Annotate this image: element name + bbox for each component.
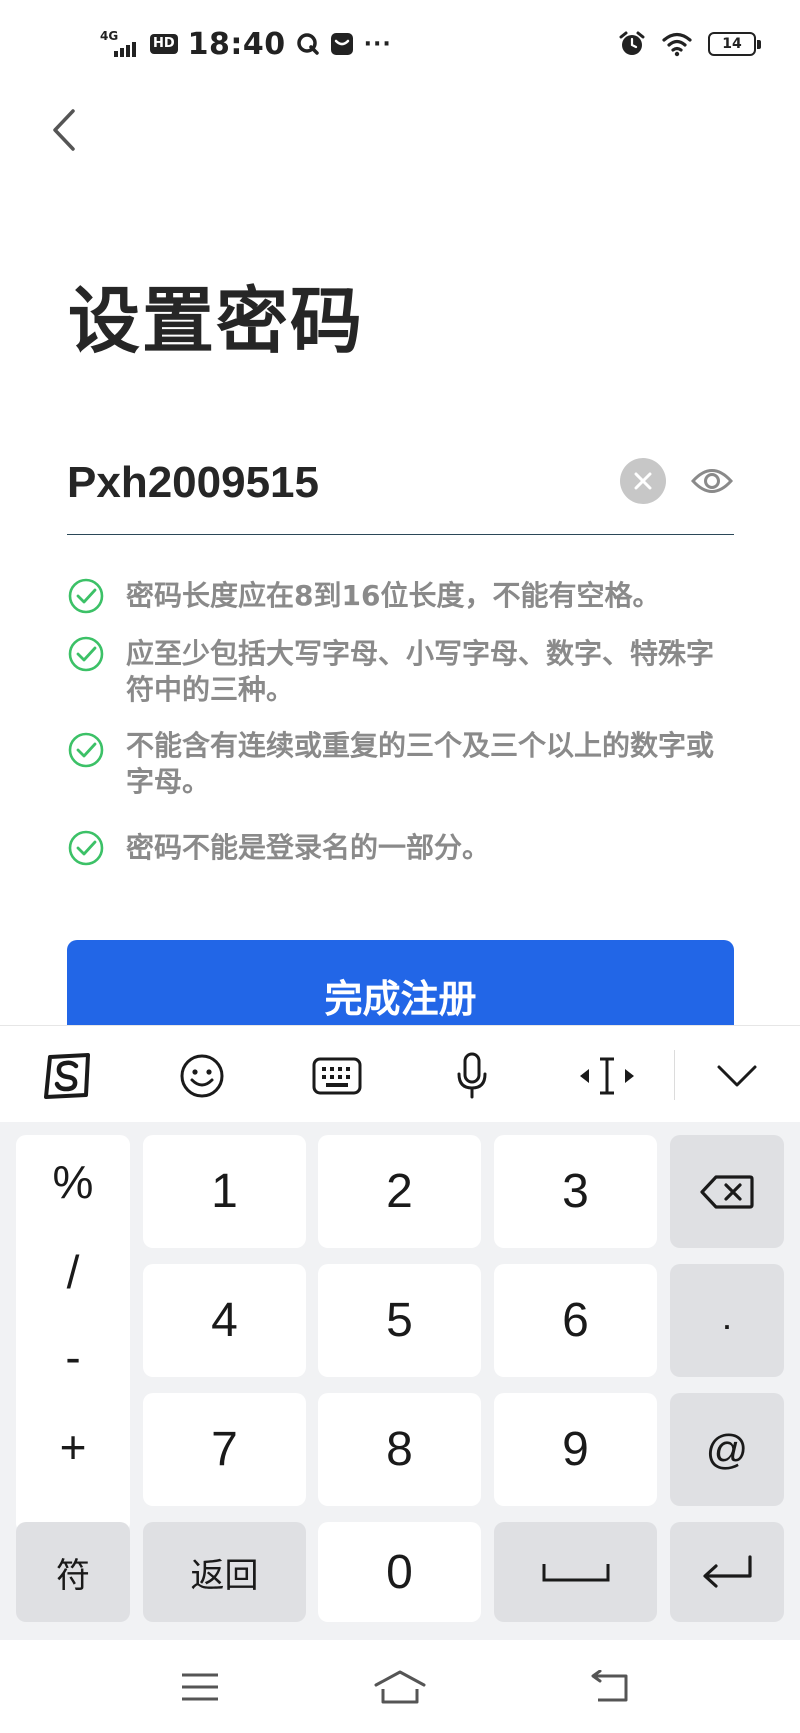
clear-icon — [634, 472, 652, 490]
check-circle-icon — [68, 636, 104, 672]
back-nav-icon — [591, 1670, 628, 1702]
status-time: 18:40 — [187, 26, 286, 62]
status-bar: 4G HD 18:40 ··· 14 — [0, 0, 800, 90]
key-2[interactable]: 2 — [318, 1135, 481, 1248]
cursor-move-button[interactable] — [577, 1048, 637, 1104]
back-button[interactable] — [44, 100, 84, 160]
status-right: 14 — [618, 26, 761, 62]
key-0[interactable]: 0 — [318, 1522, 481, 1622]
symbol-column: % / - + — [16, 1135, 130, 1533]
microphone-icon — [457, 1052, 487, 1099]
emoji-icon — [180, 1054, 224, 1098]
home-button[interactable] — [360, 1660, 440, 1714]
system-nav-bar — [0, 1640, 800, 1733]
space-key[interactable] — [494, 1522, 657, 1622]
rule-text: 不能含有连续或重复的三个及三个以上的数字或字母。 — [126, 729, 715, 798]
battery-icon: 14 — [708, 32, 761, 56]
key-minus[interactable]: - — [16, 1330, 130, 1384]
keyboard-switch-button[interactable] — [307, 1048, 367, 1104]
key-1[interactable]: 1 — [143, 1135, 306, 1248]
symbols-key[interactable]: 符 — [16, 1522, 130, 1622]
q-app-icon — [296, 33, 319, 55]
backspace-icon — [700, 1174, 754, 1209]
show-password-button[interactable] — [689, 462, 735, 500]
eye-icon — [691, 469, 733, 493]
toolbar-divider — [674, 1050, 675, 1100]
chevron-down-icon — [717, 1065, 757, 1087]
page-title: 设置密码 — [68, 279, 365, 363]
key-slash[interactable]: / — [16, 1245, 130, 1299]
keyboard-icon — [312, 1057, 362, 1095]
rule-text: 应至少包括大写字母、小写字母、数字、特殊字符中的三种。 — [126, 637, 715, 706]
check-circle-icon — [68, 732, 104, 768]
key-3[interactable]: 3 — [494, 1135, 657, 1248]
signal-icon: 4G — [100, 29, 140, 59]
menu-icon — [182, 1673, 218, 1701]
return-key[interactable]: 返回 — [143, 1522, 306, 1622]
key-6[interactable]: 6 — [494, 1264, 657, 1377]
key-5[interactable]: 5 — [318, 1264, 481, 1377]
key-dot[interactable]: . — [670, 1264, 784, 1377]
keyboard: % / - + 1 2 3 4 5 6 . 7 8 9 @ 符 返回 0 — [0, 1025, 800, 1640]
key-7[interactable]: 7 — [143, 1393, 306, 1506]
password-field-row — [67, 445, 734, 535]
key-9[interactable]: 9 — [494, 1393, 657, 1506]
menu-button[interactable] — [160, 1660, 240, 1714]
home-icon — [374, 1670, 426, 1704]
cursor-move-icon — [580, 1057, 634, 1095]
password-input[interactable] — [67, 453, 587, 513]
sogou-button[interactable] — [38, 1048, 98, 1104]
key-8[interactable]: 8 — [318, 1393, 481, 1506]
wifi-icon — [662, 32, 692, 57]
sogou-logo-icon — [44, 1053, 90, 1099]
network-type: 4G — [100, 29, 119, 43]
battery-level: 14 — [722, 36, 742, 52]
back-nav-button[interactable] — [570, 1660, 650, 1714]
check-circle-icon — [68, 830, 104, 866]
key-4[interactable]: 4 — [143, 1264, 306, 1377]
more-notifications-icon: ··· — [363, 31, 392, 57]
chevron-left-icon — [53, 109, 75, 151]
emoji-button[interactable] — [172, 1048, 232, 1104]
hd-badge: HD — [150, 34, 178, 54]
backspace-key[interactable] — [670, 1135, 784, 1248]
message-app-icon — [330, 33, 353, 55]
status-left: 4G HD 18:40 ··· — [100, 26, 392, 62]
rule-text: 密码长度应在8到16位长度，不能有空格。 — [126, 579, 661, 612]
clear-button[interactable] — [620, 458, 666, 504]
collapse-keyboard-button[interactable] — [707, 1048, 767, 1104]
voice-input-button[interactable] — [442, 1048, 502, 1104]
rule-text: 密码不能是登录名的一部分。 — [126, 831, 491, 864]
check-circle-icon — [68, 578, 104, 614]
space-icon — [542, 1564, 609, 1582]
keyboard-toolbar — [0, 1025, 800, 1122]
enter-icon — [703, 1555, 752, 1588]
alarm-icon — [619, 31, 645, 55]
enter-key[interactable] — [670, 1522, 784, 1622]
key-plus[interactable]: + — [16, 1420, 130, 1474]
key-at[interactable]: @ — [670, 1393, 784, 1506]
key-percent[interactable]: % — [16, 1155, 130, 1209]
